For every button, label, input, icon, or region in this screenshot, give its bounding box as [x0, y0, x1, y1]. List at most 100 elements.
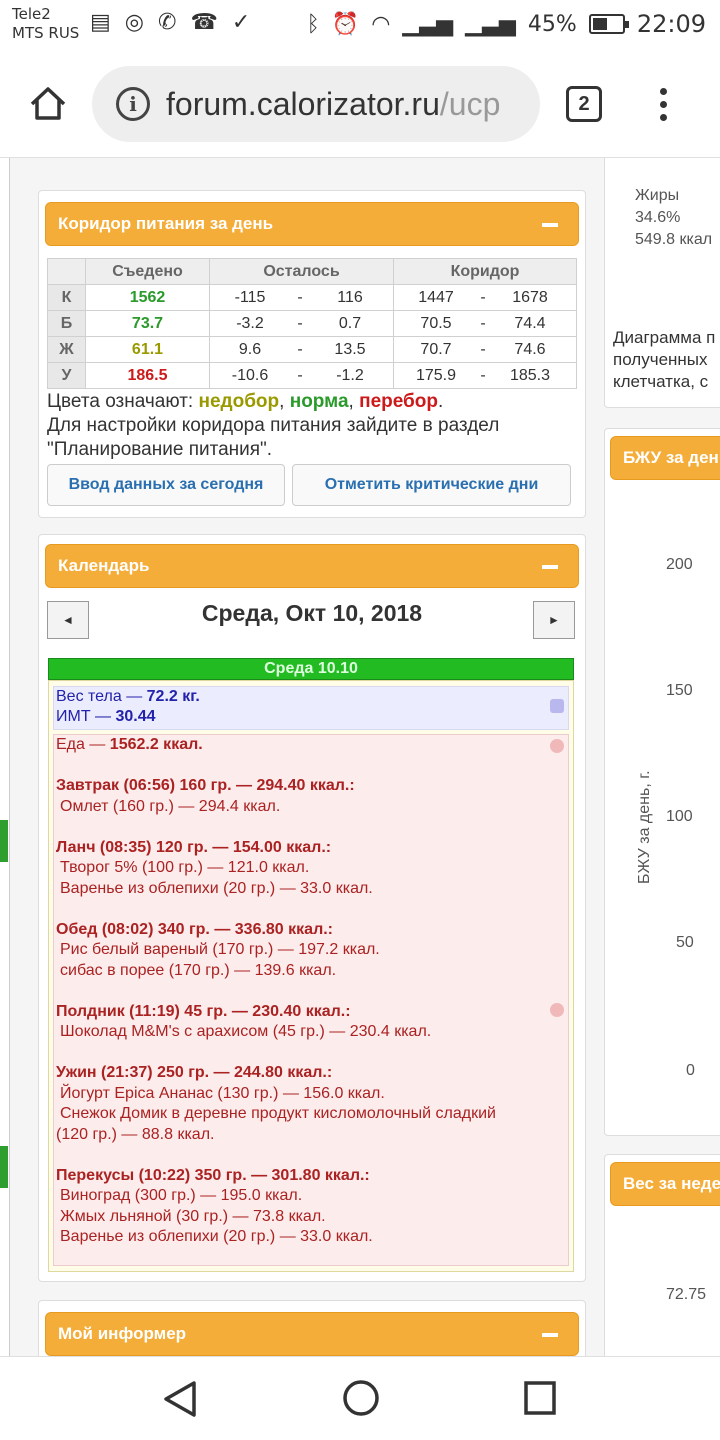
bju-chart-panel — [604, 428, 720, 1136]
calendar-panel-header[interactable]: Календарь — [45, 544, 579, 588]
viber-icon: ☎ — [190, 10, 218, 35]
table-header: Осталось — [209, 258, 394, 285]
remaining-range: -115-116 — [209, 284, 394, 311]
corridor-range: 175.9-185.3 — [393, 362, 577, 389]
day-label-bar[interactable]: Среда 10.10 — [48, 658, 574, 680]
enter-today-data-button[interactable]: Ввод данных за сегодня — [47, 464, 285, 506]
weight-line: Вес тела — 72.2 кг. — [56, 688, 200, 705]
url-host: forum.calorizator.ru — [166, 85, 440, 122]
y-tick: 100 — [666, 808, 693, 825]
corridor-table: Съедено Осталось Коридор К 1562 -115-116… — [47, 258, 577, 389]
tab-switcher-button[interactable]: 2 — [566, 86, 602, 122]
corridor-panel-header[interactable]: Коридор питания за день — [45, 202, 579, 246]
clock: 22:09 — [636, 10, 706, 38]
meal-item: Рис белый вареный (170 гр.) — 197.2 ккал… — [60, 941, 380, 958]
back-icon[interactable] — [162, 1379, 198, 1419]
notification-icons: ▤ ◎ ✆ ☎ ✓ — [90, 10, 250, 35]
page-content: Коридор питания за день Съедено Осталось… — [0, 158, 720, 1356]
signal-icon: ▁▃▅ — [402, 11, 454, 37]
status-bar: Tele2 MTS RUS ▤ ◎ ✆ ☎ ✓ ᛒ ⏰ ◠ ▁▃▅ ▁▃▅ 45… — [0, 0, 720, 50]
meal-title: Ланч (08:35) 120 гр. — 154.00 ккал.: — [56, 838, 332, 856]
meal-item: Варенье из облепихи (20 гр.) — 33.0 ккал… — [60, 1228, 373, 1245]
legend-over: перебор — [359, 391, 439, 412]
legend-under: недобор — [198, 391, 280, 412]
bju-panel-header[interactable]: БЖУ за ден — [610, 436, 720, 480]
table-row: У 186.5 -10.6- -1.2 175.9-185.3 — [47, 362, 577, 389]
battery-percent: 45% — [527, 11, 577, 37]
weight-panel-header[interactable]: Вес за неде — [610, 1162, 720, 1206]
remaining-range: -10.6- -1.2 — [209, 362, 394, 389]
y-tick: 72.75 — [666, 1286, 707, 1303]
instagram-icon: ◎ — [124, 10, 144, 35]
row-label: К — [47, 284, 86, 311]
y-tick: 200 — [666, 556, 693, 573]
apple-icon — [550, 1003, 564, 1017]
table-header — [47, 258, 86, 285]
left-green-tab — [0, 820, 8, 862]
table-header: Съедено — [85, 258, 210, 285]
home-icon[interactable] — [28, 84, 68, 122]
mark-critical-days-button[interactable]: Отметить критические дни — [292, 464, 571, 506]
table-row: К 1562 -115-116 1447-1678 — [47, 284, 577, 311]
informer-panel-header[interactable]: Мой информер — [45, 1312, 579, 1356]
bmi-value: 30.44 — [115, 708, 156, 725]
meal-item: Снежок Домик в деревне продукт кисломоло… — [60, 1105, 496, 1122]
meal-title: Завтрак (06:56) 160 гр. — 294.40 ккал.: — [56, 777, 355, 794]
url-path: /ucp — [439, 85, 501, 122]
meal-item: Шоколад M&M's с арахисом (45 гр.) — 230.… — [60, 1023, 432, 1040]
meal-item: (120 гр.) — 88.8 ккал. — [56, 1125, 215, 1143]
row-label: Ж — [47, 336, 86, 363]
overflow-menu-icon[interactable] — [656, 88, 670, 122]
collapse-icon[interactable] — [542, 565, 558, 569]
battery-icon — [588, 14, 629, 34]
y-tick: 150 — [666, 682, 693, 699]
food-total-value: 1562.2 ккал. — [109, 736, 203, 753]
next-day-button[interactable]: ► — [533, 601, 575, 639]
eaten-value: 61.1 — [85, 336, 210, 363]
eaten-value: 73.7 — [85, 310, 210, 337]
meal-item: Творог 5% (100 гр.) — 121.0 ккал. — [60, 859, 310, 876]
bluetooth-icon: ᛒ — [306, 11, 320, 37]
remaining-range: 9.6-13.5 — [209, 336, 394, 363]
weight-box: Вес тела — 72.2 кг. ИМТ — 30.44 — [53, 686, 569, 730]
prev-day-button[interactable]: ◄ — [47, 601, 89, 639]
table-header: Коридор — [393, 258, 577, 285]
signal-icon-2: ▁▃▅ — [465, 11, 516, 37]
meal-title: Ужин (21:37) 250 гр. — 244.80 ккал.: — [56, 1064, 333, 1081]
fat-percent: 34.6% — [635, 209, 681, 226]
collapse-icon[interactable] — [542, 1333, 558, 1337]
address-bar[interactable]: i forum.calorizator.ru/ucp — [92, 66, 540, 142]
corridor-title: Коридор питания за день — [58, 214, 274, 233]
home-nav-icon[interactable] — [342, 1379, 380, 1417]
color-legend: Цвета означают: недобор, норма, перебор.… — [47, 390, 587, 462]
day-details: Вес тела — 72.2 кг. ИМТ — 30.44 Еда — 15… — [48, 680, 574, 1272]
wifi-icon: ◠ — [371, 11, 391, 37]
weight-value: 72.2 кг. — [146, 688, 200, 705]
eaten-value: 1562 — [85, 284, 210, 311]
carrier-name-2: MTS RUS — [12, 24, 80, 42]
alarm-icon: ⏰ — [331, 11, 360, 37]
fat-kcal: 549.8 ккал — [635, 231, 713, 248]
system-indicators: ᛒ ⏰ ◠ ▁▃▅ ▁▃▅ 45% 22:09 — [307, 10, 706, 38]
row-label: Б — [47, 310, 86, 337]
info-icon[interactable]: i — [116, 87, 150, 121]
news-icon: ▤ — [90, 10, 111, 35]
eaten-value: 186.5 — [85, 362, 210, 389]
legend-line: Цвета означают: недобор, норма, перебор. — [47, 391, 444, 412]
apple-icon — [550, 739, 564, 753]
corridor-range: 1447-1678 — [393, 284, 577, 311]
legend-norm: норма — [289, 391, 349, 412]
weight-scale-icon — [550, 699, 564, 713]
collapse-icon[interactable] — [542, 223, 558, 227]
corridor-range: 70.7-74.6 — [393, 336, 577, 363]
recents-icon[interactable] — [524, 1381, 556, 1415]
y-axis-label: БЖУ за день, г. — [636, 770, 653, 884]
carrier-info: Tele2 MTS RUS — [12, 5, 79, 43]
food-total-line: Еда — 1562.2 ккал. — [56, 736, 203, 753]
meal-item: Омлет (160 гр.) — 294.4 ккал. — [60, 797, 281, 815]
browser-toolbar: i forum.calorizator.ru/ucp 2 — [0, 50, 720, 158]
macro-pie-panel: Жиры 34.6% 549.8 ккал Диаграмма п получе… — [604, 158, 720, 408]
table-row: Ж 61.1 9.6-13.5 70.7-74.6 — [47, 336, 577, 363]
meal-title: Обед (08:02) 340 гр. — 336.80 ккал.: — [56, 920, 333, 938]
y-tick: 50 — [676, 934, 694, 951]
